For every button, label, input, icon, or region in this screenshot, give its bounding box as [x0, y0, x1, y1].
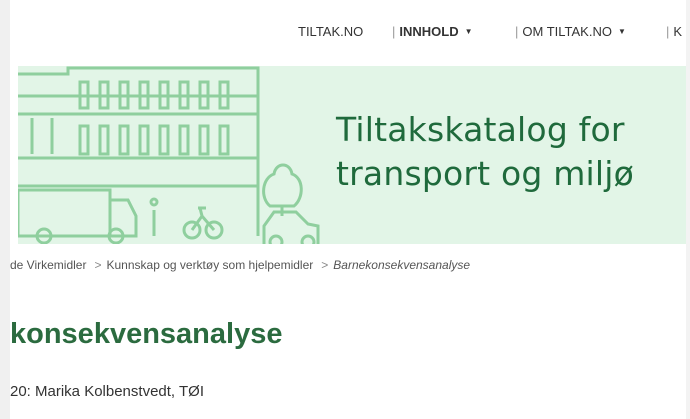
- left-gutter: [0, 0, 10, 419]
- person-icon: [149, 197, 159, 236]
- nav-item-label: OM TILTAK.NO: [522, 24, 612, 39]
- nav-item-tiltak-no[interactable]: TILTAK.NO: [298, 24, 363, 39]
- caret-down-icon: ▼: [464, 27, 473, 36]
- breadcrumb-link-kunnskap[interactable]: Kunnskap og verktøy som hjelpemidler: [107, 258, 314, 272]
- site-banner[interactable]: Tiltakskatalog for transport og miljø: [18, 66, 686, 244]
- top-navigation: TILTAK.NO | INNHOLD ▼ | OM TILTAK.NO ▼ | K: [0, 0, 686, 60]
- nav-item-om-tiltak-no[interactable]: | OM TILTAK.NO ▼: [515, 24, 626, 39]
- page-title: konsekvensanalyse: [10, 318, 283, 350]
- tree-icon: [262, 163, 303, 216]
- bicycle-icon: [182, 206, 224, 240]
- banner-title: Tiltakskatalog for transport og miljø: [336, 108, 686, 196]
- building-icon: [18, 66, 260, 236]
- nav-item-truncated[interactable]: | K: [666, 24, 682, 39]
- caret-down-icon: ▼: [617, 27, 626, 36]
- nav-item-label: TILTAK.NO: [298, 24, 364, 39]
- banner-title-line-2: transport og miljø: [336, 154, 635, 193]
- breadcrumb: de Virkemidler > Kunnskap og verktøy som h…: [10, 258, 470, 272]
- breadcrumb-link-virkemidler[interactable]: de Virkemidler: [10, 258, 86, 272]
- truck-icon: [18, 188, 138, 244]
- nav-separator: |: [666, 24, 670, 39]
- nav-separator: |: [392, 24, 396, 39]
- breadcrumb-separator: >: [94, 258, 102, 272]
- banner-illustration: [18, 66, 320, 244]
- banner-title-line-1: Tiltakskatalog for: [336, 110, 625, 149]
- breadcrumb-separator: >: [321, 258, 329, 272]
- nav-item-label: INNHOLD: [399, 24, 459, 39]
- breadcrumb-current: Barnekonsekvensanalyse: [333, 258, 471, 272]
- page: TILTAK.NO | INNHOLD ▼ | OM TILTAK.NO ▼ | K: [0, 0, 686, 419]
- nav-separator: |: [515, 24, 519, 39]
- car-icon: [262, 210, 320, 244]
- nav-item-label: K: [673, 24, 683, 39]
- nav-item-innhold[interactable]: | INNHOLD ▼: [392, 24, 473, 39]
- article-byline: 20: Marika Kolbenstvedt, TØI: [10, 383, 204, 400]
